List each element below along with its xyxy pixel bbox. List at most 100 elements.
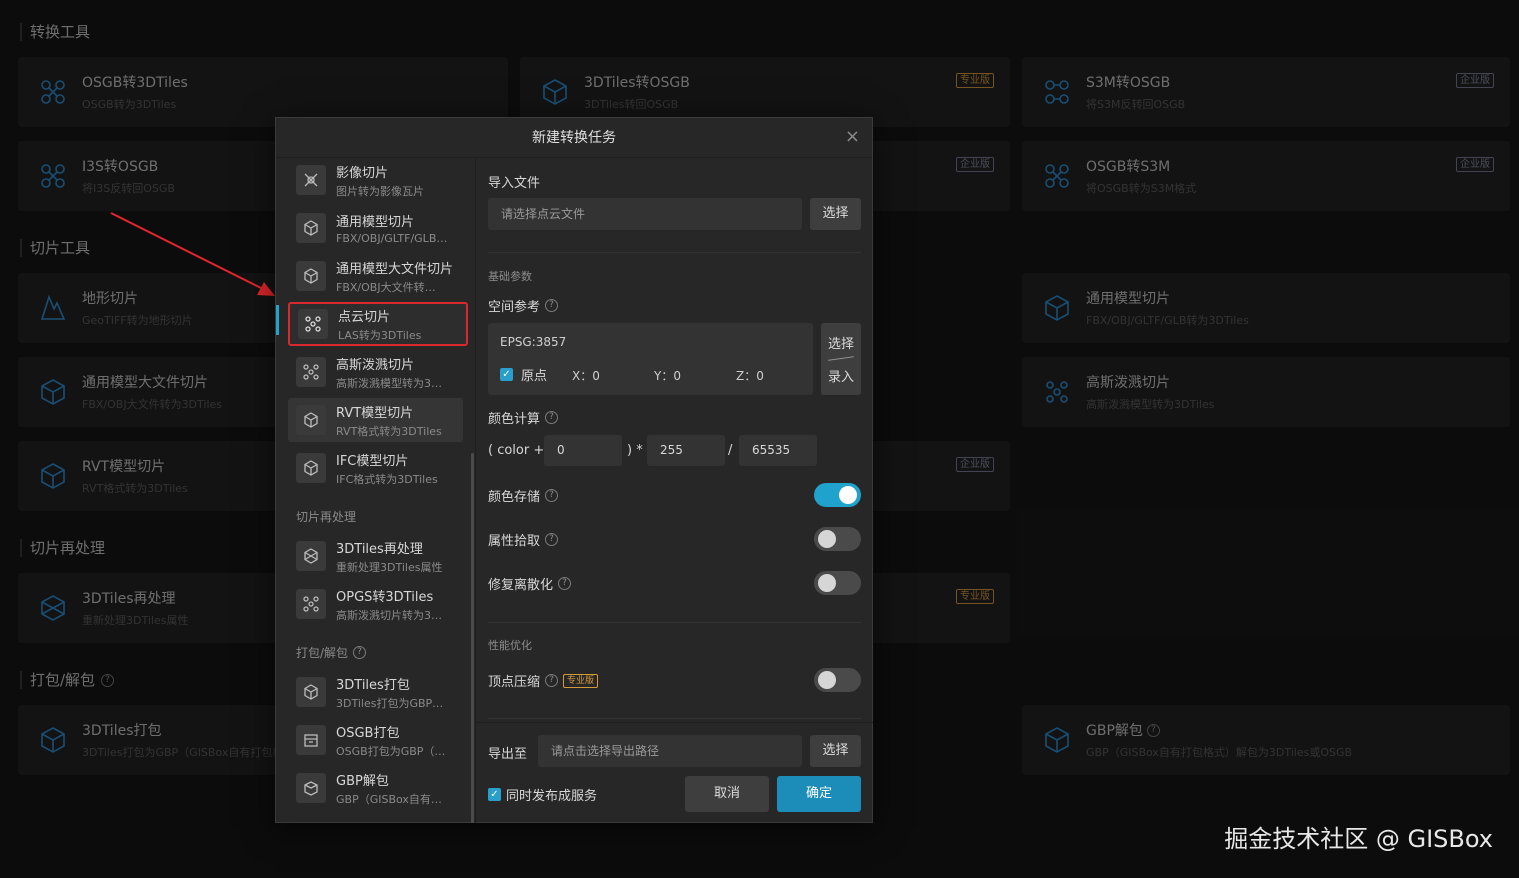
menu-item-point-cloud[interactable]: 点云切片 LAS转为3DTiles — [288, 302, 468, 346]
annotation-arrow — [110, 212, 275, 296]
help-icon[interactable]: ? — [545, 674, 559, 687]
dialog-title: 新建转换任务 — [276, 118, 872, 158]
toggle-knob — [818, 530, 836, 548]
menu-item-title: IFC模型切片 — [336, 453, 409, 469]
new-task-dialog: 新建转换任务 × 影像切片 图片转为影像瓦片 通用模型切片 FBX/OBJ/GLTF… — [275, 117, 873, 823]
package-icon — [296, 677, 326, 707]
menu-item-general-big[interactable]: 通用模型大文件切片 FBX/OBJ大文件转… — [288, 254, 463, 298]
cube-icon — [296, 405, 326, 435]
fix-discrete-label: 修复离散化? — [488, 574, 572, 593]
menu-scrollbar[interactable] — [471, 453, 474, 823]
toggle-knob — [818, 574, 836, 592]
origin-z: Z：0 — [736, 369, 764, 383]
pro-badge: 专业版 — [563, 673, 599, 688]
menu-item-gaussian[interactable]: 高斯泼溅切片高斯泼溅模型转为3… — [288, 350, 463, 394]
help-icon[interactable]: ? — [353, 646, 367, 659]
divider — [475, 158, 476, 823]
help-icon[interactable]: ? — [545, 533, 559, 546]
origin-x: X：0 — [572, 369, 600, 383]
active-indicator — [276, 305, 279, 335]
menu-item-rvt[interactable]: RVT模型切片 RVT格式转为3DTiles — [288, 398, 463, 442]
vertex-compress-label: 顶点压缩? 专业版 — [488, 671, 599, 690]
cube-icon — [296, 541, 326, 571]
dots-icon — [296, 589, 326, 619]
menu-item-desc: 高斯泼溅切片转为3… — [336, 608, 442, 622]
spatial-input-button[interactable]: 录入 — [821, 366, 861, 385]
color-store-toggle[interactable] — [814, 483, 861, 507]
menu-item-title: RVT模型切片 — [336, 405, 414, 421]
task-type-menu: 影像切片 图片转为影像瓦片 通用模型切片 FBX/OBJ/GLTF/GLB… 通用模… — [276, 158, 475, 823]
menu-item-desc: 3DTiles打包为GBP… — [336, 696, 444, 710]
origin-y: Y：0 — [654, 369, 681, 383]
divider — [476, 722, 873, 723]
menu-item-osgb-pack[interactable]: OSGB打包 OSGB打包为GBP（… — [288, 718, 463, 762]
menu-item-desc: 图片转为影像瓦片 — [336, 184, 424, 198]
help-icon[interactable]: ? — [545, 489, 559, 502]
import-select-button[interactable]: 选择 — [810, 198, 861, 230]
menu-item-desc: FBX/OBJ/GLTF/GLB… — [336, 232, 448, 245]
origin-checkbox[interactable]: ✓ — [500, 368, 513, 381]
color-store-label: 颜色存储? — [488, 486, 559, 505]
import-label: 导入文件 — [488, 176, 541, 191]
attr-pick-toggle[interactable] — [814, 527, 861, 551]
menu-item-desc: GBP（GISBox自有… — [336, 792, 442, 806]
export-path-input[interactable]: 请点击选择导出路径 — [538, 735, 802, 767]
cancel-button[interactable]: 取消 — [685, 776, 769, 812]
divider — [488, 622, 861, 623]
menu-item-image-slice[interactable]: 影像切片 图片转为影像瓦片 — [288, 158, 463, 202]
vertex-compress-toggle[interactable] — [814, 668, 861, 692]
color-add-input[interactable]: 0 — [544, 435, 622, 466]
color-calc-label: 颜色计算? — [488, 408, 559, 427]
archive-icon — [296, 725, 326, 755]
menu-item-ifc[interactable]: IFC模型切片 IFC格式转为3DTiles — [288, 446, 463, 490]
import-file-input[interactable]: 请选择点云文件 — [488, 198, 802, 230]
menu-item-tiles-reprocess[interactable]: 3DTiles再处理重新处理3DTiles属性 — [288, 534, 463, 578]
divider — [828, 356, 854, 361]
menu-item-title: OPGS转3DTiles — [336, 589, 434, 605]
color-formula-divide: / — [728, 443, 733, 458]
spatial-ref-actions: 选择 录入 — [821, 323, 861, 395]
menu-item-tiles-pack[interactable]: 3DTiles打包 3DTiles打包为GBP… — [288, 670, 463, 714]
basic-params-heading: 基础参数 — [488, 270, 532, 283]
menu-item-title: 3DTiles打包 — [336, 677, 410, 693]
fix-discrete-toggle[interactable] — [814, 571, 861, 595]
color-multiply-input[interactable]: 255 — [647, 435, 725, 466]
publish-row: ✓ 同时发布成服务 — [488, 785, 597, 804]
spatial-select-button[interactable]: 选择 — [821, 333, 861, 352]
menu-item-title: 通用模型切片 — [336, 215, 415, 230]
color-formula-mid: ) * — [627, 443, 643, 458]
divider — [488, 252, 861, 253]
export-label: 导出至 — [488, 747, 528, 762]
menu-item-desc: RVT格式转为3DTiles — [336, 424, 442, 438]
help-icon[interactable]: ? — [545, 299, 559, 312]
unpack-icon — [296, 773, 326, 803]
menu-item-gbp-unpack[interactable]: GBP解包 GBP（GISBox自有… — [288, 766, 463, 810]
menu-item-opgs[interactable]: OPGS转3DTiles 高斯泼溅切片转为3… — [288, 582, 463, 626]
menu-item-desc: 高斯泼溅模型转为3… — [336, 376, 442, 390]
menu-item-desc: LAS转为3DTiles — [338, 328, 422, 342]
help-icon[interactable]: ? — [545, 411, 559, 424]
menu-item-title: 3DTiles再处理 — [336, 541, 423, 557]
menu-item-desc: 重新处理3DTiles属性 — [336, 560, 443, 574]
toggle-knob — [818, 671, 836, 689]
divider — [488, 718, 861, 719]
page: 转换工具 OSGB转3DTiles OSGB转为3DTiles 3DTiles转O… — [0, 0, 1519, 878]
close-icon[interactable]: × — [845, 126, 860, 147]
menu-item-title: 点云切片 — [338, 309, 391, 325]
menu-item-title: 高斯泼溅切片 — [336, 357, 415, 373]
menu-item-desc: OSGB打包为GBP（… — [336, 744, 446, 758]
help-icon[interactable]: ? — [558, 577, 572, 590]
publish-label: 同时发布成服务 — [506, 789, 598, 804]
menu-group-pack: 打包/解包? — [296, 644, 367, 661]
dots-icon — [296, 357, 326, 387]
color-divide-input[interactable]: 65535 — [739, 435, 817, 466]
point-cloud-icon — [298, 309, 328, 339]
menu-item-general-model[interactable]: 通用模型切片 FBX/OBJ/GLTF/GLB… — [288, 206, 463, 250]
spatial-ref-box[interactable]: EPSG:3857 ✓ 原点 X：0 Y：0 Z：0 — [488, 323, 813, 395]
epsg-value: EPSG:3857 — [500, 335, 567, 349]
publish-checkbox[interactable]: ✓ — [488, 788, 501, 801]
cube-icon — [296, 213, 326, 243]
export-select-button[interactable]: 选择 — [810, 735, 861, 767]
confirm-button[interactable]: 确定 — [777, 776, 861, 812]
menu-item-title: GBP解包 — [336, 773, 389, 789]
